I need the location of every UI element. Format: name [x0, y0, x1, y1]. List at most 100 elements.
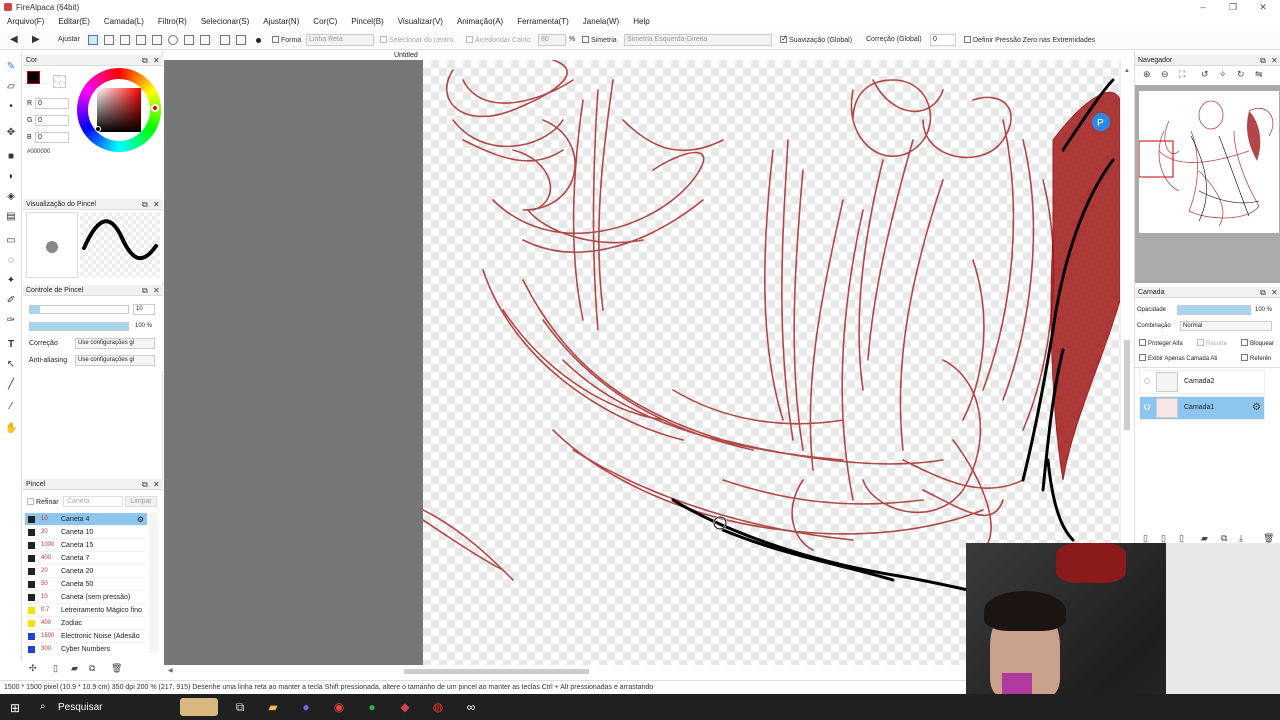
brush-size-slider[interactable]	[29, 305, 129, 314]
play-forward-icon[interactable]: ▶	[32, 34, 40, 45]
maximize-icon[interactable]: ❐	[1226, 2, 1240, 14]
sv-cursor[interactable]	[95, 126, 101, 132]
brush-item[interactable]: 1500 Electronic Noise (Adesão	[25, 630, 147, 643]
zoom-out-icon[interactable]: ⊖	[1161, 69, 1169, 80]
snap-parallel-icon[interactable]	[136, 35, 146, 45]
play-back-icon[interactable]: ◀	[10, 34, 18, 45]
brush-item[interactable]: 1000 Caneta 15	[25, 539, 147, 552]
divide-tool-icon[interactable]: ╱	[5, 379, 17, 391]
windows-start-icon[interactable]: ⊞	[10, 701, 20, 715]
obs-icon[interactable]: ◍	[430, 699, 446, 715]
pen-tool-icon[interactable]: ✎	[5, 61, 17, 73]
spotify-icon[interactable]: ●	[364, 699, 380, 715]
detach-icon[interactable]: ⧉	[1260, 55, 1266, 66]
magic-wand-icon[interactable]: ✦	[5, 275, 17, 287]
recorte-checkbox[interactable]: Recorte	[1197, 339, 1227, 347]
hue-wheel[interactable]	[77, 68, 161, 152]
brush-item[interactable]: 400 Zodiac	[25, 617, 147, 630]
menu-visualizar[interactable]: Visualizar(V)	[391, 16, 450, 30]
secondary-color-swatch[interactable]	[53, 75, 66, 88]
duplicate-icon[interactable]: ⧉	[89, 663, 95, 674]
suavizacao-checkbox[interactable]: Suavização (Global)	[780, 34, 852, 44]
select-rect-icon[interactable]: ▭	[5, 235, 17, 247]
chrome-icon[interactable]: ◉	[331, 699, 347, 715]
menu-filtro[interactable]: Filtro(R)	[151, 16, 194, 30]
snap-curve-icon[interactable]	[184, 35, 194, 45]
detach-icon[interactable]: ⧉	[142, 285, 148, 296]
layer-item-selected[interactable]: Camada1 ⚙	[1139, 396, 1265, 420]
snap-circle-icon[interactable]	[168, 35, 178, 45]
arredondar-checkbox[interactable]: Arredondar Canto	[466, 36, 531, 44]
primary-color-swatch[interactable]	[27, 71, 40, 84]
close-icon[interactable]: ✕	[1256, 2, 1270, 14]
rotate-right-icon[interactable]: ↻	[1237, 69, 1245, 80]
layer-item[interactable]: Camada2	[1139, 370, 1265, 394]
menu-ajustar[interactable]: Ajustar(N)	[256, 16, 306, 30]
minimize-icon[interactable]: –	[1196, 2, 1210, 14]
snap-dot-icon[interactable]	[256, 38, 261, 43]
snap-cross-icon[interactable]	[104, 35, 114, 45]
navigator-preview[interactable]	[1135, 85, 1280, 283]
detach-icon[interactable]: ⧉	[142, 55, 148, 66]
forma-checkbox[interactable]: Forma	[272, 36, 301, 44]
close-panel-icon[interactable]: ✕	[153, 285, 160, 296]
menu-janela[interactable]: Janela(W)	[576, 16, 626, 30]
blend-mode-select[interactable]: Normal	[1180, 321, 1272, 331]
menu-arquivo[interactable]: Arquivo(F)	[0, 16, 51, 30]
file-explorer-icon[interactable]: ▰	[265, 699, 281, 715]
detach-icon[interactable]: ⧉	[142, 199, 148, 210]
trash-icon[interactable]: 🗑	[111, 663, 122, 674]
menu-selecionar[interactable]: Selecionar(S)	[194, 16, 256, 30]
bucket-tool-icon[interactable]: ◗	[5, 171, 17, 183]
vertical-scroll-thumb[interactable]	[1124, 340, 1130, 430]
gradient-tool-icon[interactable]: ▤	[5, 211, 17, 223]
r-input[interactable]: 0	[35, 98, 69, 109]
b-input[interactable]: 0	[35, 132, 69, 143]
brush-item[interactable]: 50 Caneta 50	[25, 578, 147, 591]
brush-item[interactable]: 10 Caneta 4 ⚙	[25, 513, 147, 526]
brush-size-input[interactable]: 10	[133, 304, 155, 315]
eraser-tool-icon[interactable]: ▱	[5, 81, 17, 93]
brush-item[interactable]: 20 Caneta 10	[25, 526, 147, 539]
menu-camada[interactable]: Camada(L)	[97, 16, 151, 30]
new-file-icon[interactable]: ▯	[53, 663, 58, 674]
menu-help[interactable]: Help	[626, 16, 656, 30]
app-icon[interactable]: ∞	[463, 699, 479, 715]
proteger-alfa-checkbox[interactable]: Proteger Alfa	[1139, 339, 1183, 347]
brush-item[interactable]: 20 Caneta 20	[25, 565, 147, 578]
brush-opacity-slider[interactable]	[29, 322, 129, 331]
operation-tool-icon[interactable]: ↖	[5, 359, 17, 371]
layer-gear-icon[interactable]: ⚙	[1252, 402, 1261, 413]
limpar-button[interactable]: Limpar	[125, 496, 157, 507]
brush-list-scrollbar[interactable]	[149, 513, 158, 653]
brush-item[interactable]: 300 Cyber Numbers	[25, 643, 147, 653]
close-panel-icon[interactable]: ✕	[1271, 55, 1278, 66]
visibility-icon[interactable]	[1144, 378, 1150, 384]
menu-cor[interactable]: Cor(C)	[306, 16, 344, 30]
rotate-left-icon[interactable]: ↺	[1201, 69, 1209, 80]
discord-icon[interactable]: ●	[298, 699, 314, 715]
detach-icon[interactable]: ⧉	[142, 479, 148, 490]
taskbar-widget-icon[interactable]	[180, 698, 218, 716]
grid-snap-icon[interactable]	[88, 35, 98, 45]
firealpaca-icon[interactable]: ◆	[397, 699, 413, 715]
select-eraser-icon[interactable]: ✑	[5, 315, 17, 327]
bucket2-tool-icon[interactable]: ◈	[5, 191, 17, 203]
snap-settings-icon[interactable]	[236, 35, 246, 45]
text-tool-icon[interactable]: T	[5, 339, 17, 351]
move-tool-icon[interactable]: ✥	[5, 127, 17, 139]
visibility-icon[interactable]	[1144, 404, 1150, 410]
zoom-in-icon[interactable]: ⊕	[1143, 69, 1151, 80]
select-pen-icon[interactable]: ✐	[5, 295, 17, 307]
g-input[interactable]: 0	[35, 115, 69, 126]
task-view-icon[interactable]: ⧉	[232, 699, 248, 715]
close-panel-icon[interactable]: ✕	[153, 479, 160, 490]
close-panel-icon[interactable]: ✕	[1271, 287, 1278, 298]
forma-select[interactable]: Linha Reta	[306, 34, 374, 46]
fill-square-icon[interactable]: ■	[5, 151, 17, 163]
correcao-select[interactable]: Use configurações gl	[75, 338, 155, 349]
brush-item[interactable]: 10 Caneta (sem pressão)	[25, 591, 147, 604]
menu-pincel[interactable]: Pincel(B)	[344, 16, 390, 30]
close-panel-icon[interactable]: ✕	[153, 55, 160, 66]
search-icon[interactable]: ⌕	[40, 701, 46, 712]
